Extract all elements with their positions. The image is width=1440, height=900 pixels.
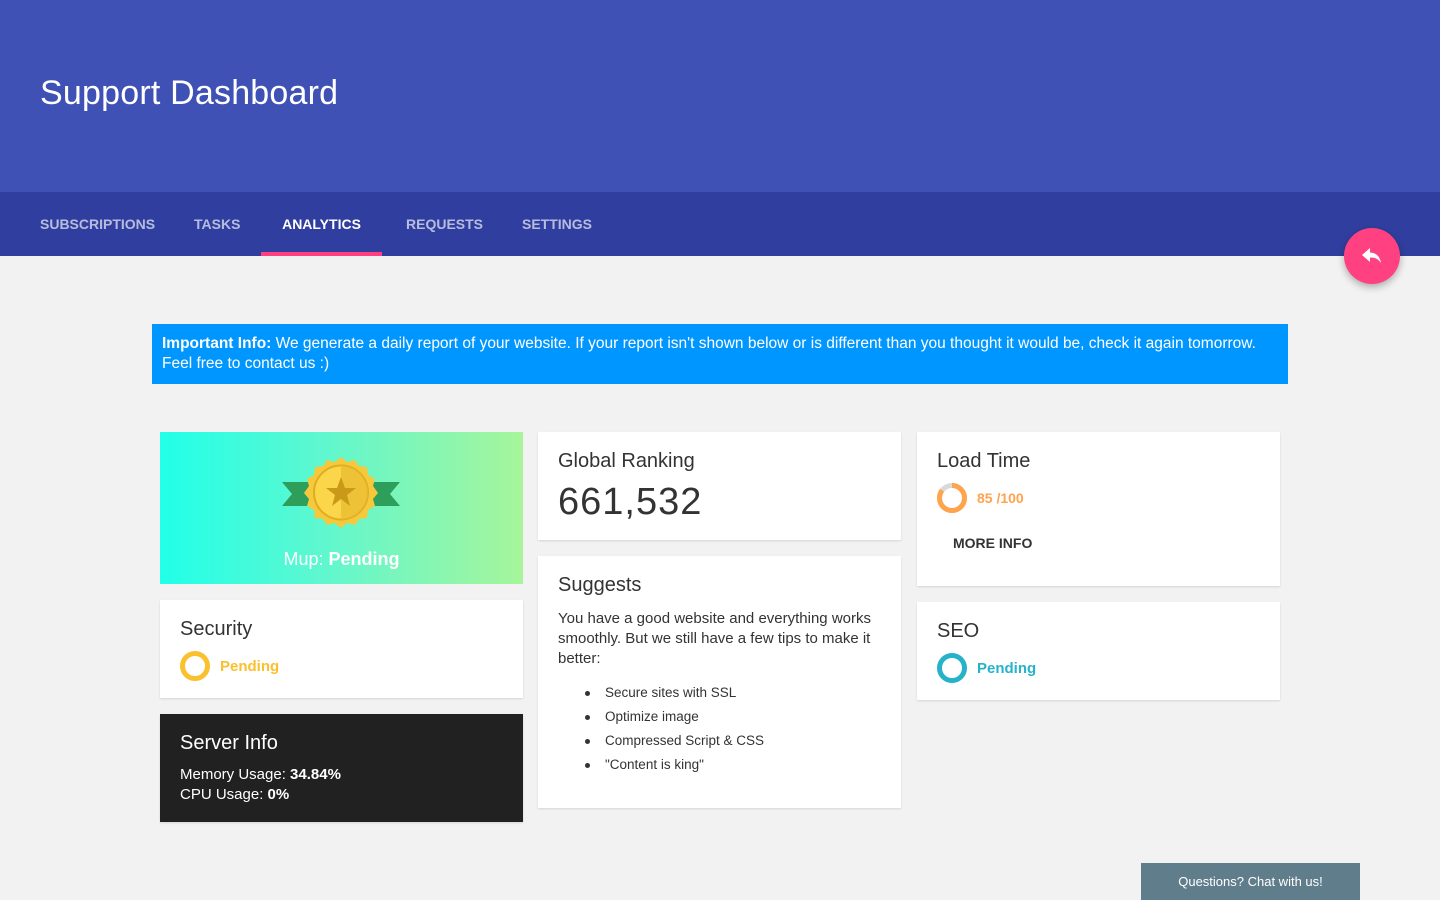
reply-fab-button[interactable] <box>1344 228 1400 284</box>
mup-status-value: Pending <box>328 549 400 569</box>
tab-tasks[interactable]: TASKS <box>194 192 240 256</box>
tab-subscriptions[interactable]: SUBSCRIPTIONS <box>40 192 155 256</box>
tab-settings[interactable]: SETTINGS <box>522 192 592 256</box>
list-item: "Content is king" <box>585 753 881 777</box>
seo-status: Pending <box>977 659 1037 677</box>
load-time-score-ring-icon <box>937 483 967 513</box>
seo-status-ring-icon <box>937 653 967 683</box>
memory-usage: Memory Usage: 34.84% <box>180 765 503 785</box>
tab-bar: SUBSCRIPTIONS TASKS ANALYTICS REQUESTS S… <box>0 192 1440 256</box>
seo-title: SEO <box>937 620 980 642</box>
suggests-text: You have a good website and everything w… <box>558 610 871 667</box>
suggests-list: Secure sites with SSL Optimize image Com… <box>585 681 881 777</box>
mup-label: Mup: <box>283 549 329 569</box>
global-ranking-title: Global Ranking <box>558 450 695 472</box>
load-time-score: 85 /100 <box>977 490 1024 506</box>
list-item: Secure sites with SSL <box>585 681 881 705</box>
list-item: Compressed Script & CSS <box>585 729 881 753</box>
page-title: Support Dashboard <box>40 74 339 112</box>
cpu-usage: CPU Usage: 0% <box>180 785 503 805</box>
header-bar: Support Dashboard <box>0 0 1440 192</box>
load-time-title: Load Time <box>937 450 1031 472</box>
cpu-usage-label: CPU Usage: <box>180 786 268 803</box>
reply-icon <box>1362 248 1381 263</box>
info-banner-label: Important Info: <box>162 335 272 352</box>
security-card: Security Pending <box>160 600 523 698</box>
list-item: Optimize image <box>585 705 881 729</box>
server-info-title: Server Info <box>180 732 278 754</box>
global-ranking-value: 661,532 <box>558 481 703 523</box>
medal-icon <box>282 457 400 528</box>
global-ranking-card: Global Ranking 661,532 <box>538 432 901 540</box>
load-time-card: Load Time 85 /100 MORE INFO <box>917 432 1280 586</box>
tab-analytics[interactable]: ANALYTICS <box>261 192 382 256</box>
mup-status: Mup: Pending <box>160 549 523 570</box>
info-banner: Important Info: We generate a daily repo… <box>152 324 1288 384</box>
security-status-ring-icon <box>180 651 210 681</box>
more-info-button[interactable]: MORE INFO <box>953 535 1260 551</box>
tab-requests[interactable]: REQUESTS <box>406 192 483 256</box>
security-status: Pending <box>220 657 280 675</box>
security-title: Security <box>180 618 253 640</box>
info-banner-text: We generate a daily report of your websi… <box>162 335 1256 372</box>
cpu-usage-value: 0% <box>267 786 290 803</box>
memory-usage-value: 34.84% <box>290 766 341 783</box>
suggests-card: Suggests You have a good website and eve… <box>538 556 901 808</box>
chat-button[interactable]: Questions? Chat with us! <box>1141 863 1360 900</box>
server-info-card: Server Info Memory Usage: 34.84% CPU Usa… <box>160 714 523 822</box>
memory-usage-label: Memory Usage: <box>180 766 291 783</box>
seo-card: SEO Pending <box>917 602 1280 700</box>
suggests-title: Suggests <box>558 574 642 596</box>
